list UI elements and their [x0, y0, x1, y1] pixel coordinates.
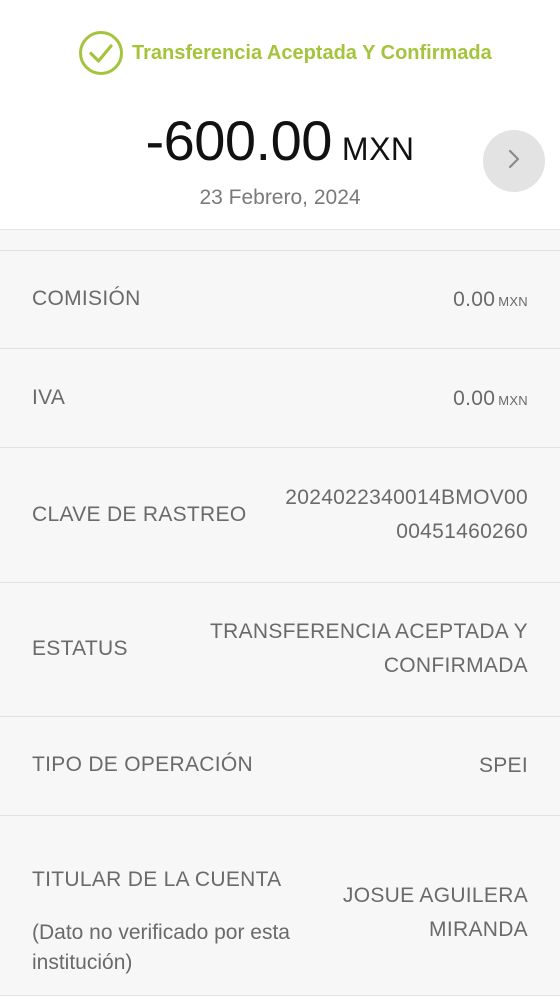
comision-label: COMISIÓN: [32, 287, 141, 310]
transfer-date: 23 Febrero, 2024: [199, 186, 361, 209]
clave-rastreo-line-1: 2024022340014BMOV00: [285, 486, 528, 509]
next-button[interactable]: [483, 130, 545, 192]
amount-currency: MXN: [341, 131, 415, 167]
comision-value-group: 0.00 MXN: [453, 283, 528, 319]
estatus-value: TRANSFERENCIA ACEPTADA Y CONFIRMADA: [210, 615, 528, 683]
iva-value-group: 0.00 MXN: [453, 382, 528, 418]
estatus-label: ESTATUS: [32, 637, 128, 660]
transfer-amount: -600.00 MXN: [0, 108, 560, 173]
tipo-operacion-value: SPEI: [478, 754, 528, 777]
transfer-detail-screen: Transferencia Aceptada Y Confirmada -600…: [0, 0, 560, 1000]
section-gap: [0, 230, 560, 251]
iva-value: 0.00: [453, 387, 496, 410]
transfer-header: Transferencia Aceptada Y Confirmada -600…: [0, 0, 560, 230]
iva-label: IVA: [32, 386, 66, 409]
comision-value: 0.00: [453, 288, 496, 311]
estatus-line-2: CONFIRMADA: [383, 654, 528, 677]
clave-rastreo-label: CLAVE DE RASTREO: [32, 503, 247, 526]
tipo-operacion-label: TIPO DE OPERACIÓN: [32, 753, 253, 776]
clave-rastreo-value: 2024022340014BMOV00 00451460260: [285, 481, 528, 549]
estatus-line-1: TRANSFERENCIA ACEPTADA Y: [209, 620, 528, 643]
titular-label: TITULAR DE LA CUENTA: [32, 868, 282, 891]
iva-unit: MXN: [498, 393, 528, 408]
transfer-status-text: Transferencia Aceptada Y Confirmada: [132, 41, 492, 64]
amount-value: -600.00: [145, 109, 332, 172]
chevron-right-icon: [504, 147, 524, 176]
titular-note: (Dato no verificado por esta institución…: [32, 921, 290, 974]
transfer-status-banner: Transferencia Aceptada Y Confirmada: [78, 30, 492, 76]
titular-line-1: JOSUE AGUILERA: [342, 884, 528, 907]
titular-value: JOSUE AGUILERA MIRANDA: [343, 879, 528, 947]
titular-line-2: MIRANDA: [429, 918, 528, 941]
check-circle-icon: [78, 30, 124, 76]
comision-unit: MXN: [498, 294, 528, 309]
transfer-details-list: COMISIÓN 0.00 MXN IVA 0.00 MXN CLAVE DE RA…: [0, 251, 560, 996]
clave-rastreo-line-2: 00451460260: [396, 520, 528, 543]
